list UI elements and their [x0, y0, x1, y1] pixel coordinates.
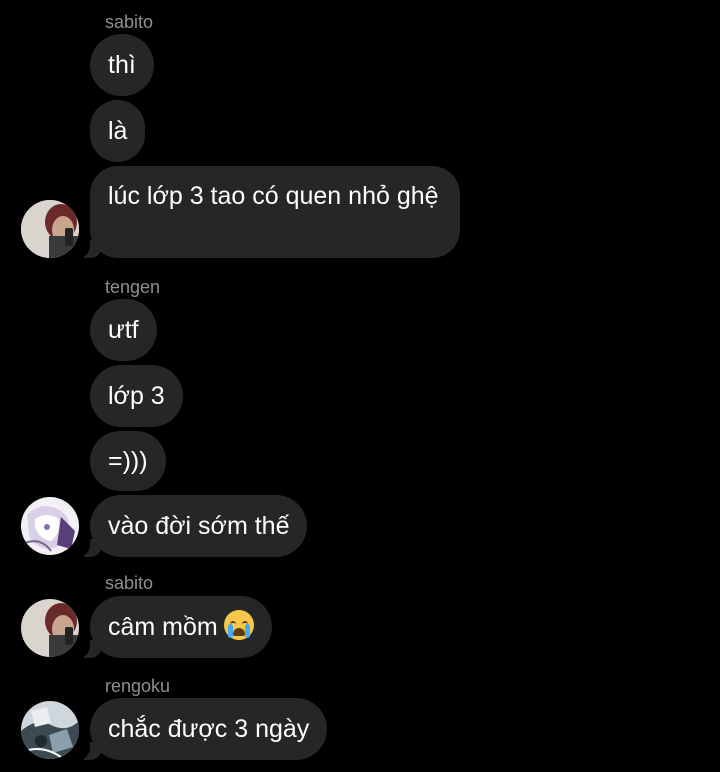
message-text: câm mồm: [108, 612, 218, 641]
sender-name: sabito: [105, 573, 154, 593]
message-bubble[interactable]: chắc được 3 ngày: [76, 698, 328, 760]
message-text: là: [108, 116, 128, 145]
message-text: lớp 3: [108, 381, 165, 410]
message-text: ưtf: [108, 315, 139, 344]
sender-name: rengoku: [105, 676, 171, 696]
message-text: vào đời sớm thế: [108, 511, 290, 540]
message-text: =))): [108, 446, 148, 475]
bubble-tail: [76, 634, 102, 658]
message-bubble[interactable]: =))): [90, 431, 166, 491]
message-bubble[interactable]: lúc lớp 3 tao có quen nhỏ ghệ: [76, 166, 460, 258]
message-bubble[interactable]: câm mồm: [76, 596, 272, 658]
message-bubble[interactable]: lớp 3: [90, 365, 183, 427]
message-bubble[interactable]: là: [90, 100, 146, 162]
sender-name: tengen: [105, 277, 161, 297]
message-bubble[interactable]: ưtf: [90, 299, 157, 361]
sabito-avatar-icon[interactable]: [21, 599, 79, 657]
message-text: lúc lớp 3 tao có quen nhỏ ghệ: [108, 182, 439, 210]
sender-name: sabito: [105, 12, 154, 32]
message-bubble[interactable]: vào đời sớm thế: [76, 495, 308, 557]
loudly-crying-face-emoji-icon: [223, 610, 254, 640]
bubble-tail: [76, 234, 102, 258]
message-text: chắc được 3 ngày: [108, 714, 310, 743]
bubble-tail: [76, 533, 102, 557]
sabito-avatar-icon[interactable]: [21, 200, 79, 258]
message-text: thì: [108, 50, 136, 79]
chat-screen: { "groups": [ { "sender": "sabito", "ava…: [0, 0, 720, 772]
bubble-tail: [76, 736, 102, 760]
message-bubble[interactable]: thì: [90, 34, 154, 96]
rengoku-avatar-icon[interactable]: [21, 701, 79, 759]
tengen-avatar-icon[interactable]: [21, 497, 79, 555]
